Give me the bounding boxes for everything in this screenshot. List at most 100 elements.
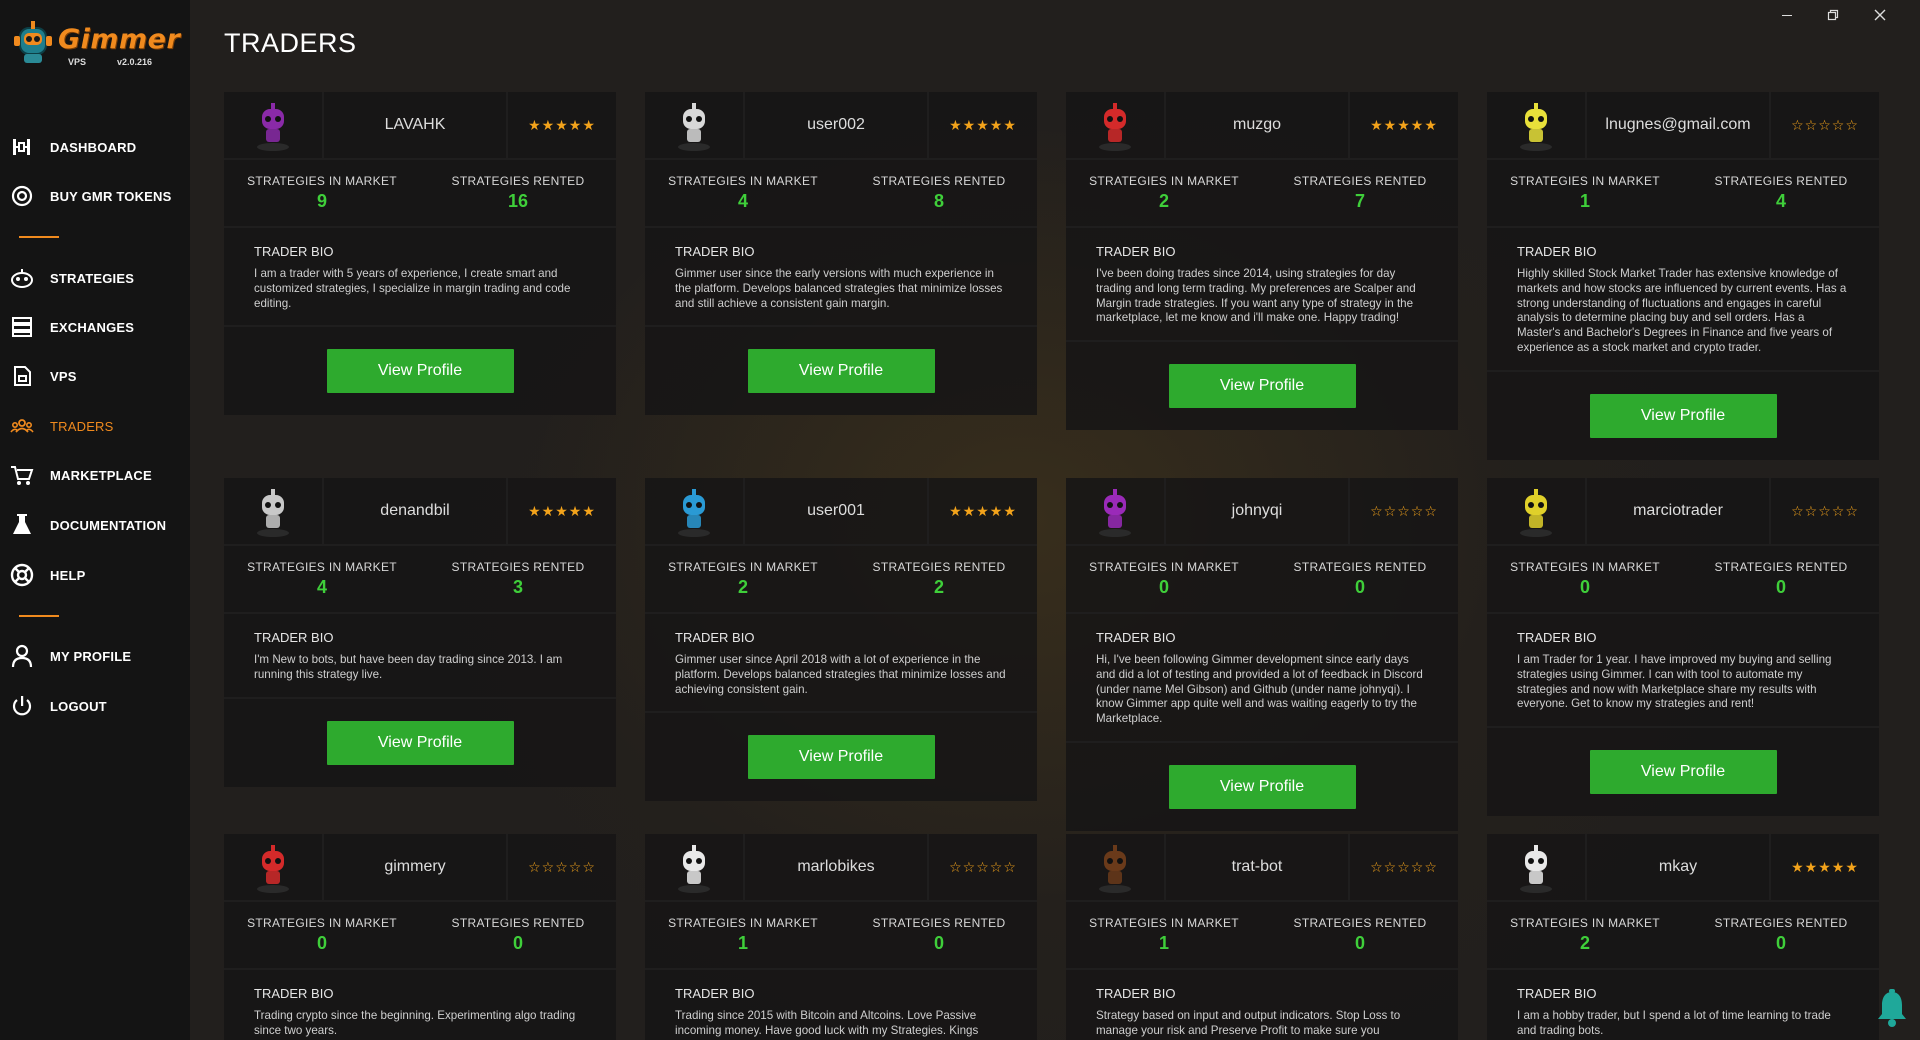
button-row: View Profile [224, 699, 616, 787]
trader-name[interactable]: marlobikes [745, 834, 929, 900]
bio-title: TRADER BIO [675, 630, 755, 645]
stat-value: 1 [737, 933, 748, 953]
robot-avatar-icon [257, 103, 289, 151]
view-profile-button[interactable]: View Profile [747, 735, 935, 780]
restore-button[interactable] [1818, 4, 1848, 26]
trader-name[interactable]: johnyqi [1166, 478, 1350, 544]
trader-name[interactable]: LAVAHK [324, 92, 508, 158]
stat-value: 2 [933, 577, 944, 597]
sidebar-item-exchanges[interactable]: EXCHANGES [0, 307, 190, 347]
trader-avatar[interactable] [1487, 478, 1587, 546]
sidebar-item-logout[interactable]: LOGOUT [0, 686, 190, 726]
stat-value: 1 [1579, 191, 1590, 211]
sidebar-item-documentation[interactable]: DOCUMENTATION [0, 505, 190, 545]
sidebar-item-label: DOCUMENTATION [50, 517, 167, 533]
trader-avatar[interactable] [1066, 834, 1166, 902]
trader-name[interactable]: marciotrader [1587, 478, 1771, 544]
trader-avatar[interactable] [1487, 834, 1587, 902]
robot-avatar-icon [257, 489, 289, 537]
robot-avatar-icon [1099, 489, 1131, 537]
strategies-in-market: STRATEGIES IN MARKET 4 [224, 546, 420, 612]
bio-title: TRADER BIO [675, 986, 755, 1001]
exchanges-icon [9, 314, 35, 340]
trader-name[interactable]: lnugnes@gmail.com [1587, 92, 1771, 158]
trader-avatar[interactable] [1487, 92, 1587, 160]
bio-title: TRADER BIO [254, 244, 334, 259]
strategies-rented: STRATEGIES RENTED 7 [1262, 160, 1458, 226]
strategies-in-market: STRATEGIES IN MARKET 1 [1487, 160, 1683, 226]
sidebar-item-dashboard[interactable]: DASHBOARD [0, 127, 190, 167]
sidebar-item-traders[interactable]: TRADERS [0, 406, 190, 446]
sidebar-item-label: STRATEGIES [50, 270, 135, 286]
gimmer-logo[interactable]: Gimmer VPS v2.0.216 [10, 12, 180, 72]
trader-avatar[interactable] [645, 834, 745, 902]
trader-card: lnugnes@gmail.com ☆☆☆☆☆ STRATEGIES IN MARK… [1487, 92, 1879, 460]
trader-name[interactable]: mkay [1587, 834, 1771, 900]
trader-avatar[interactable] [645, 478, 745, 546]
user-icon [9, 643, 35, 669]
trader-name[interactable]: user001 [745, 478, 929, 544]
stat-label: STRATEGIES RENTED [872, 916, 1006, 930]
minimize-button[interactable] [1772, 4, 1802, 26]
rating-stars: ☆☆☆☆☆ [1370, 858, 1438, 875]
stat-label: STRATEGIES RENTED [451, 560, 585, 574]
sidebar-item-marketplace[interactable]: MARKETPLACE [0, 455, 190, 495]
view-profile-button[interactable]: View Profile [1168, 764, 1356, 809]
coin-icon [9, 183, 35, 209]
rating-stars: ★★★★★ [1791, 858, 1859, 875]
sidebar-item-strategies[interactable]: STRATEGIES [0, 258, 190, 298]
trader-avatar[interactable] [645, 92, 745, 160]
strategies-rented: STRATEGIES RENTED 0 [1262, 546, 1458, 612]
strategies-in-market: STRATEGIES IN MARKET 9 [224, 160, 420, 226]
view-profile-button[interactable]: View Profile [1589, 393, 1777, 438]
stat-value: 7 [1354, 191, 1365, 211]
close-button[interactable] [1865, 4, 1895, 26]
sidebar-item-vps[interactable]: VPS [0, 356, 190, 396]
minimize-icon [1782, 15, 1792, 16]
trader-name[interactable]: muzgo [1166, 92, 1350, 158]
trader-name[interactable]: gimmery [324, 834, 508, 900]
trader-avatar[interactable] [1066, 92, 1166, 160]
stat-value: 0 [1354, 933, 1365, 953]
view-profile-button[interactable]: View Profile [326, 720, 514, 765]
bio-text: Trading since 2015 with Bitcoin and Altc… [675, 1009, 979, 1037]
view-profile-button[interactable]: View Profile [326, 349, 514, 394]
trader-card: muzgo ★★★★★ STRATEGIES IN MARKET 2 STRATEGIE… [1066, 92, 1458, 431]
bio-title: TRADER BIO [1096, 986, 1176, 1001]
power-icon [9, 693, 35, 719]
trader-avatar[interactable] [1066, 478, 1166, 546]
strategies-rented: STRATEGIES RENTED 3 [420, 546, 616, 612]
sidebar-item-label: VPS [50, 368, 77, 384]
trader-stats: STRATEGIES IN MARKET 2 STRATEGIES RENTED 7 [1066, 160, 1458, 228]
view-profile-button[interactable]: View Profile [1168, 364, 1356, 409]
trader-card: marciotrader ☆☆☆☆☆ STRATEGIES IN MARKET 0 ST… [1487, 478, 1879, 817]
notification-bell-icon[interactable] [1874, 988, 1910, 1028]
view-profile-button[interactable]: View Profile [1589, 750, 1777, 795]
page-title: TRADERS [224, 28, 357, 58]
trader-bio: TRADER BIO I am a trader with 5 years of … [224, 228, 616, 328]
sidebar-item-help[interactable]: HELP [0, 555, 190, 595]
stat-label: STRATEGIES RENTED [451, 174, 585, 188]
trader-avatar[interactable] [224, 478, 324, 546]
restore-icon [1827, 9, 1839, 21]
trader-card-header: mkay ★★★★★ [1487, 834, 1879, 902]
stat-label: STRATEGIES IN MARKET [247, 560, 397, 574]
stat-label: STRATEGIES RENTED [1293, 560, 1427, 574]
trader-avatar[interactable] [224, 92, 324, 160]
bio-text: I've been doing trades since 2014, using… [1096, 267, 1416, 325]
trader-stats: STRATEGIES IN MARKET 1 STRATEGIES RENTED 0 [645, 902, 1037, 970]
strategies-in-market: STRATEGIES IN MARKET 2 [1487, 902, 1683, 968]
sidebar-item-buy-gmr-tokens[interactable]: BUY GMR TOKENS [0, 176, 190, 216]
trader-name[interactable]: denandbil [324, 478, 508, 544]
trader-name[interactable]: user002 [745, 92, 929, 158]
view-profile-button[interactable]: View Profile [747, 349, 935, 394]
trader-avatar[interactable] [224, 834, 324, 902]
rating-stars: ☆☆☆☆☆ [949, 858, 1017, 875]
rating-stars: ☆☆☆☆☆ [1370, 502, 1438, 519]
trader-name[interactable]: trat-bot [1166, 834, 1350, 900]
nav-divider [19, 236, 59, 238]
trader-stats: STRATEGIES IN MARKET 9 STRATEGIES RENTED 16 [224, 160, 616, 228]
sidebar-item-my-profile[interactable]: MY PROFILE [0, 636, 190, 676]
bio-title: TRADER BIO [1096, 244, 1176, 259]
rating-stars: ★★★★★ [528, 502, 596, 519]
